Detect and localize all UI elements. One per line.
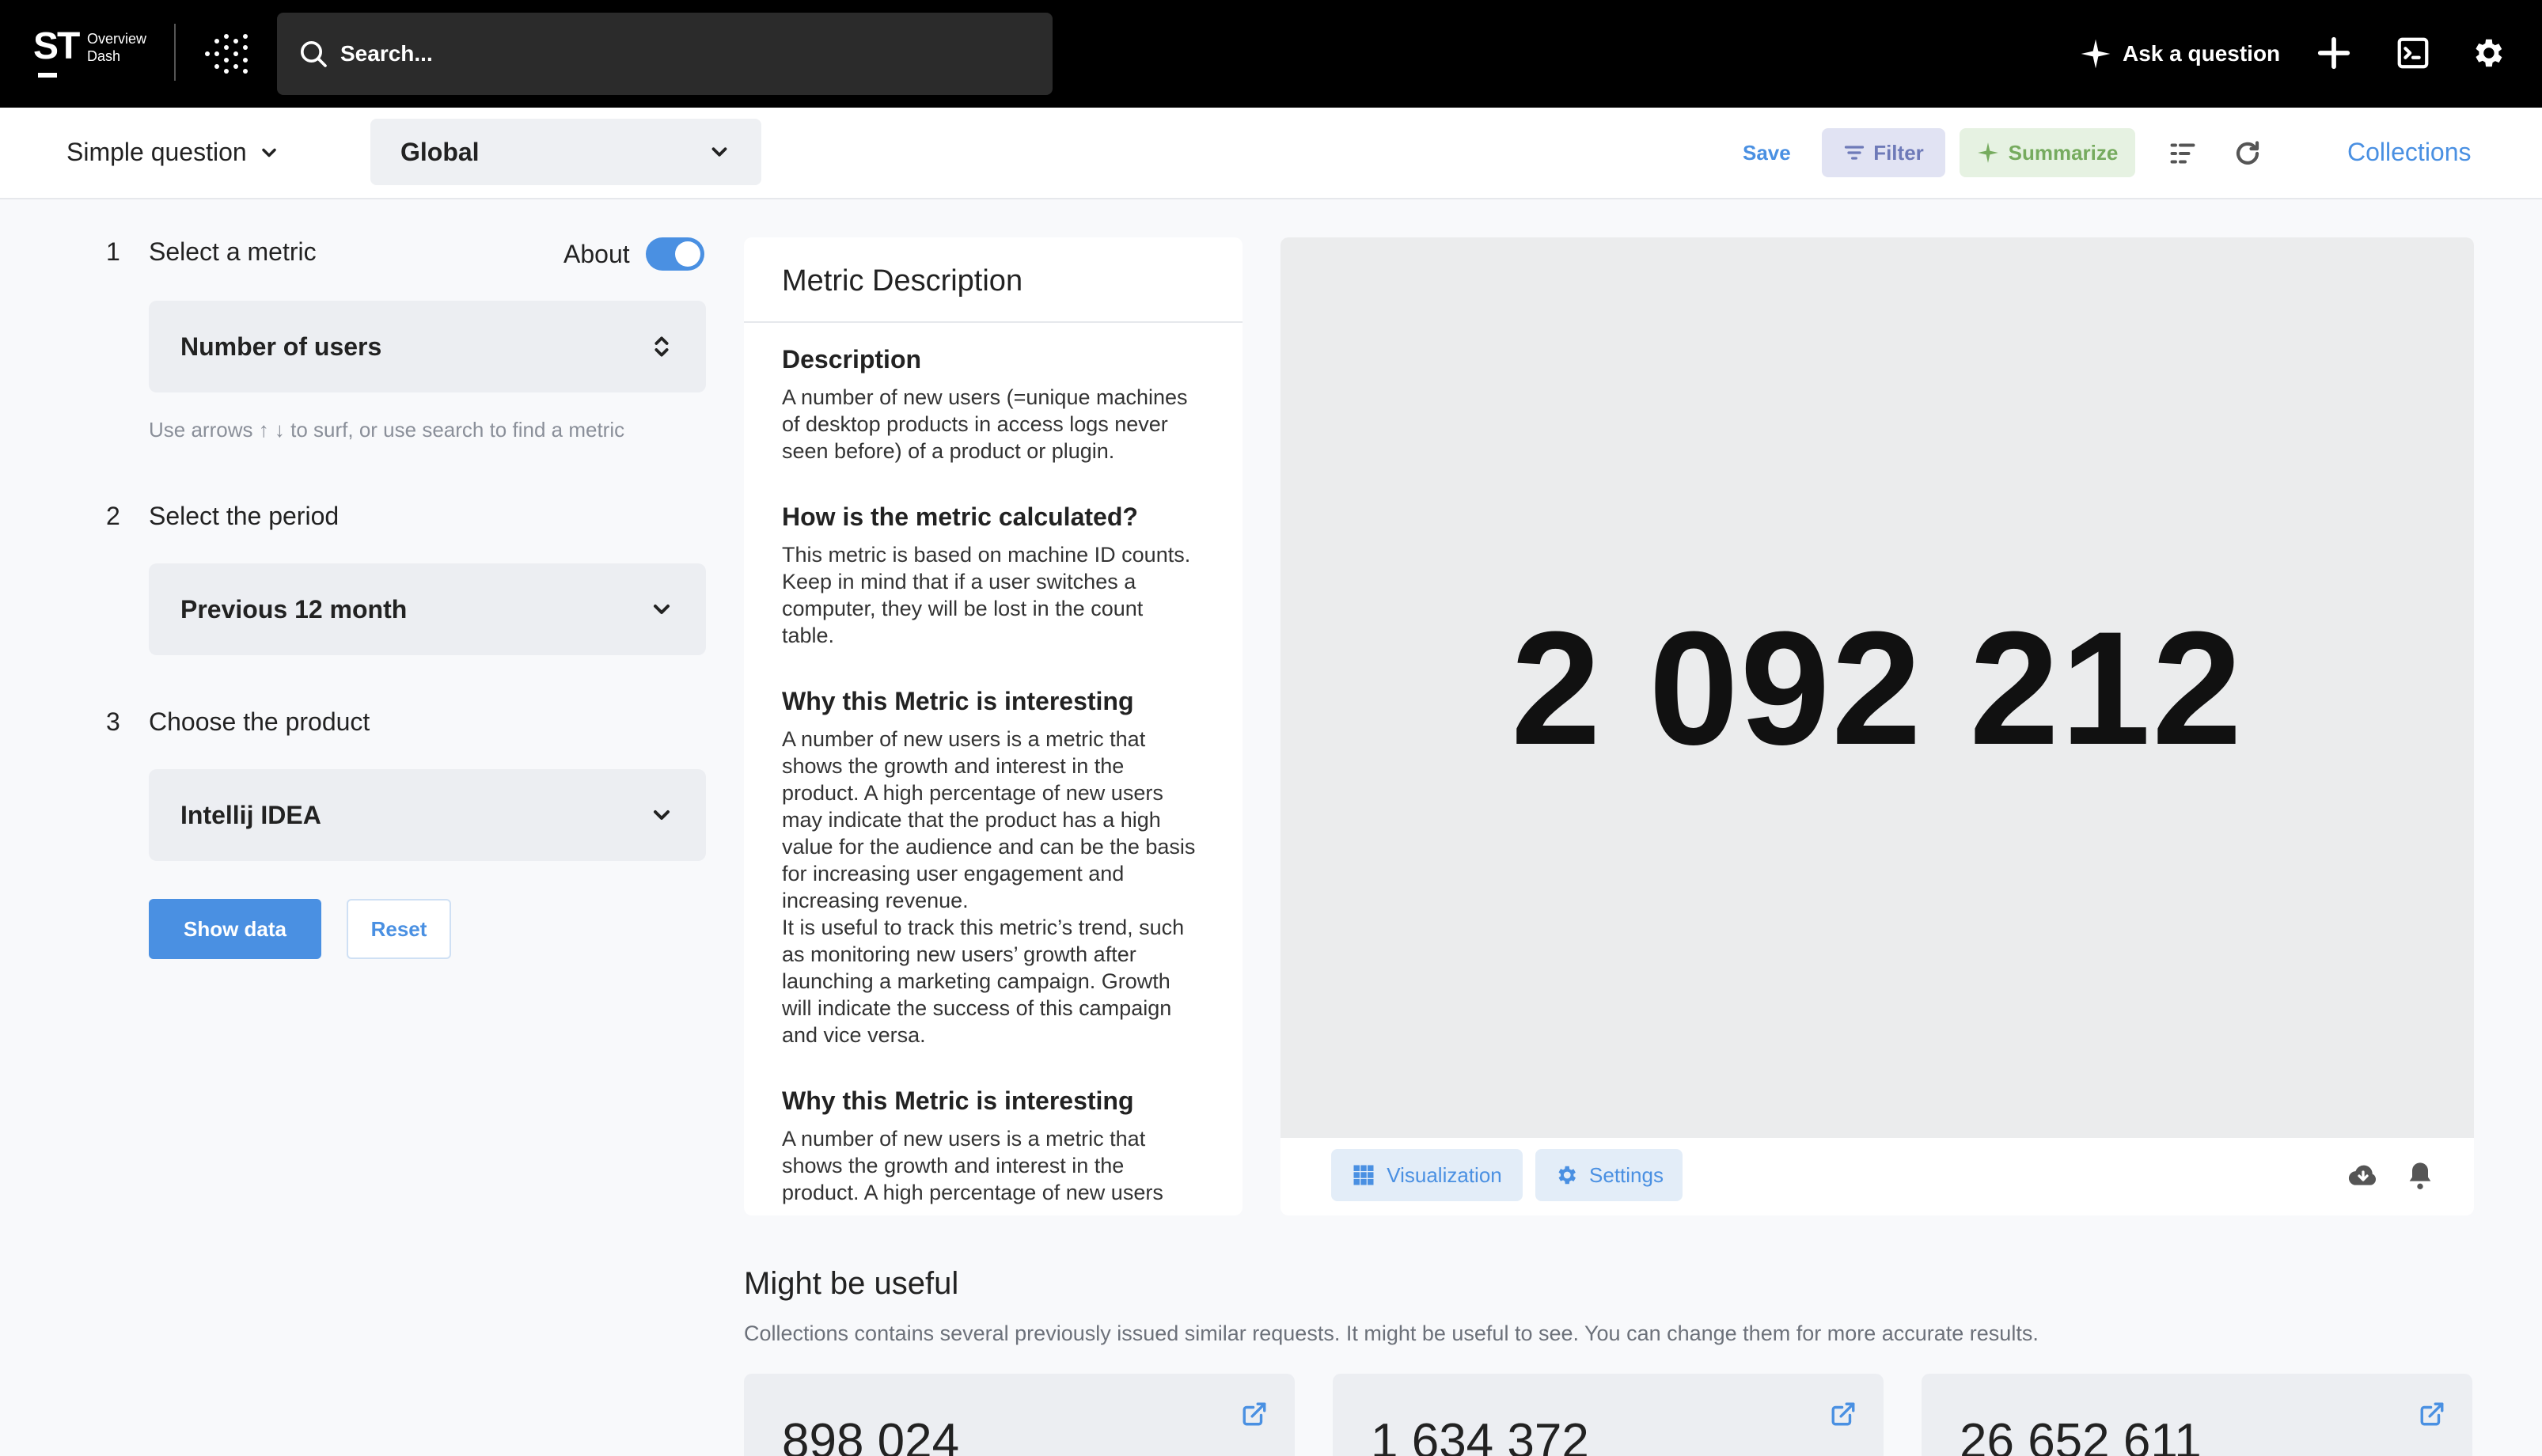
save-button[interactable]: Save xyxy=(1743,141,1791,165)
about-label: About xyxy=(563,239,630,268)
suggestion-card[interactable]: 1 634 372 xyxy=(1333,1374,1884,1456)
step-choose-product: 3 Choose the product xyxy=(106,707,370,737)
step-number: 3 xyxy=(106,707,120,736)
metric-description-panel[interactable]: Metric Description Description A number … xyxy=(744,237,1243,1215)
logo-subtitle: Overview Dash xyxy=(87,30,146,65)
logo-subtitle-line1: Overview xyxy=(87,31,147,47)
section-text: This metric is based on machine ID count… xyxy=(782,543,1191,647)
suggestion-value: 1 634 372 xyxy=(1371,1414,1589,1456)
sort-arrows-icon xyxy=(654,336,669,357)
description-panel-title: Metric Description xyxy=(782,264,1023,298)
chevron-down-icon xyxy=(261,148,276,157)
grid-icon xyxy=(1353,1165,1374,1185)
about-toggle-group: About xyxy=(563,237,704,271)
chevron-down-icon xyxy=(654,810,670,820)
result-number: 2 092 212 xyxy=(1511,598,2244,779)
step-label: Select the period xyxy=(149,502,340,530)
search-icon xyxy=(301,41,327,67)
metric-select[interactable]: Number of users xyxy=(149,301,706,392)
show-data-button[interactable]: Show data xyxy=(149,899,321,959)
description-body: Description A number of new users (=uniq… xyxy=(782,345,1225,1215)
step-select-metric: 1 Select a metric xyxy=(106,237,317,267)
step-select-period: 2 Select the period xyxy=(106,502,339,531)
plus-icon[interactable] xyxy=(2316,35,2352,71)
refresh-icon[interactable] xyxy=(2233,139,2262,168)
cloud-download-icon[interactable] xyxy=(2347,1160,2379,1192)
logo-underline xyxy=(38,73,57,78)
global-search-bar[interactable]: Search... xyxy=(277,13,1053,95)
external-link-icon[interactable] xyxy=(1241,1401,1268,1428)
section-heading: Why this Metric is interesting xyxy=(782,1086,1134,1115)
section-text: A number of new users (=unique machines … xyxy=(782,385,1188,463)
useful-section-title: Might be useful xyxy=(744,1266,959,1301)
collections-link[interactable]: Collections xyxy=(2347,138,2472,167)
metric-value: Number of users xyxy=(180,332,382,361)
filter-label: Filter xyxy=(1873,140,1924,165)
section-heading: How is the metric calculated? xyxy=(782,502,1138,531)
about-toggle[interactable] xyxy=(645,237,704,271)
period-value: Previous 12 month xyxy=(180,594,408,624)
useful-section-subtitle: Collections contains several previously … xyxy=(744,1321,2039,1345)
chevron-down-icon xyxy=(654,605,670,614)
external-link-icon[interactable] xyxy=(1830,1401,1857,1428)
dot-grid-logo-icon[interactable] xyxy=(204,33,249,74)
settings-button[interactable]: Settings xyxy=(1535,1149,1683,1201)
section-heading: Description xyxy=(782,345,922,373)
logo-divider xyxy=(174,24,176,81)
summarize-button[interactable]: Summarize xyxy=(1960,128,2135,177)
chevron-down-icon xyxy=(711,147,727,157)
settings-label: Settings xyxy=(1589,1162,1664,1187)
result-panel: 2 092 212 Visualization Settings xyxy=(1280,237,2474,1215)
app-logo[interactable]: ST Overview Dash xyxy=(33,27,152,82)
scope-select[interactable]: Global xyxy=(370,119,761,185)
search-placeholder: Search... xyxy=(340,41,433,66)
section-heading: Why this Metric is interesting xyxy=(782,687,1134,715)
list-view-icon[interactable] xyxy=(2168,139,2197,168)
section-text: A number of new users is a metric that s… xyxy=(782,1127,1163,1204)
visualization-button[interactable]: Visualization xyxy=(1331,1149,1523,1201)
suggestion-card[interactable]: 898 024 xyxy=(744,1374,1295,1456)
divider xyxy=(744,321,1243,323)
summarize-label: Summarize xyxy=(2008,140,2119,165)
bell-icon[interactable] xyxy=(2404,1160,2436,1192)
product-value: Intellij IDEA xyxy=(180,800,321,829)
logo-subtitle-line2: Dash xyxy=(87,48,121,64)
query-toolbar: Simple question Global Save Filter Summa… xyxy=(0,108,2542,199)
filter-button[interactable]: Filter xyxy=(1822,128,1945,177)
period-select[interactable]: Previous 12 month xyxy=(149,563,706,655)
external-link-icon[interactable] xyxy=(2419,1401,2445,1428)
suggestion-value: 898 024 xyxy=(782,1414,960,1456)
step-number: 1 xyxy=(106,237,120,266)
ask-question-label: Ask a question xyxy=(2123,41,2281,66)
metric-hint: Use arrows ↑ ↓ to surf, or use search to… xyxy=(149,418,625,442)
sparkle-icon xyxy=(2081,39,2111,69)
section-text: A number of new users is a metric that s… xyxy=(782,727,1196,1047)
terminal-icon[interactable] xyxy=(2395,35,2431,71)
question-type-label: Simple question xyxy=(66,138,247,166)
sparkle-icon xyxy=(1977,142,1998,163)
result-visualization-area: 2 092 212 xyxy=(1280,237,2474,1138)
suggestion-card[interactable]: 26 652 611 xyxy=(1922,1374,2472,1456)
step-label: Select a metric xyxy=(149,237,317,266)
scope-value: Global xyxy=(400,137,480,166)
suggestion-value: 26 652 611 xyxy=(1960,1414,2202,1456)
step-label: Choose the product xyxy=(149,707,370,736)
ask-question-button[interactable]: Ask a question xyxy=(2080,35,2280,73)
filter-icon xyxy=(1845,146,1865,160)
step-number: 2 xyxy=(106,502,120,530)
visualization-label: Visualization xyxy=(1387,1162,1502,1187)
gear-icon xyxy=(1558,1166,1576,1185)
product-select[interactable]: Intellij IDEA xyxy=(149,769,706,861)
question-type-dropdown[interactable]: Simple question xyxy=(66,138,280,167)
top-navigation-bar: ST Overview Dash Search... Ask a questio… xyxy=(0,0,2542,108)
reset-button[interactable]: Reset xyxy=(347,899,451,959)
logo-mark: ST xyxy=(33,25,80,67)
gear-icon[interactable] xyxy=(2469,35,2506,71)
